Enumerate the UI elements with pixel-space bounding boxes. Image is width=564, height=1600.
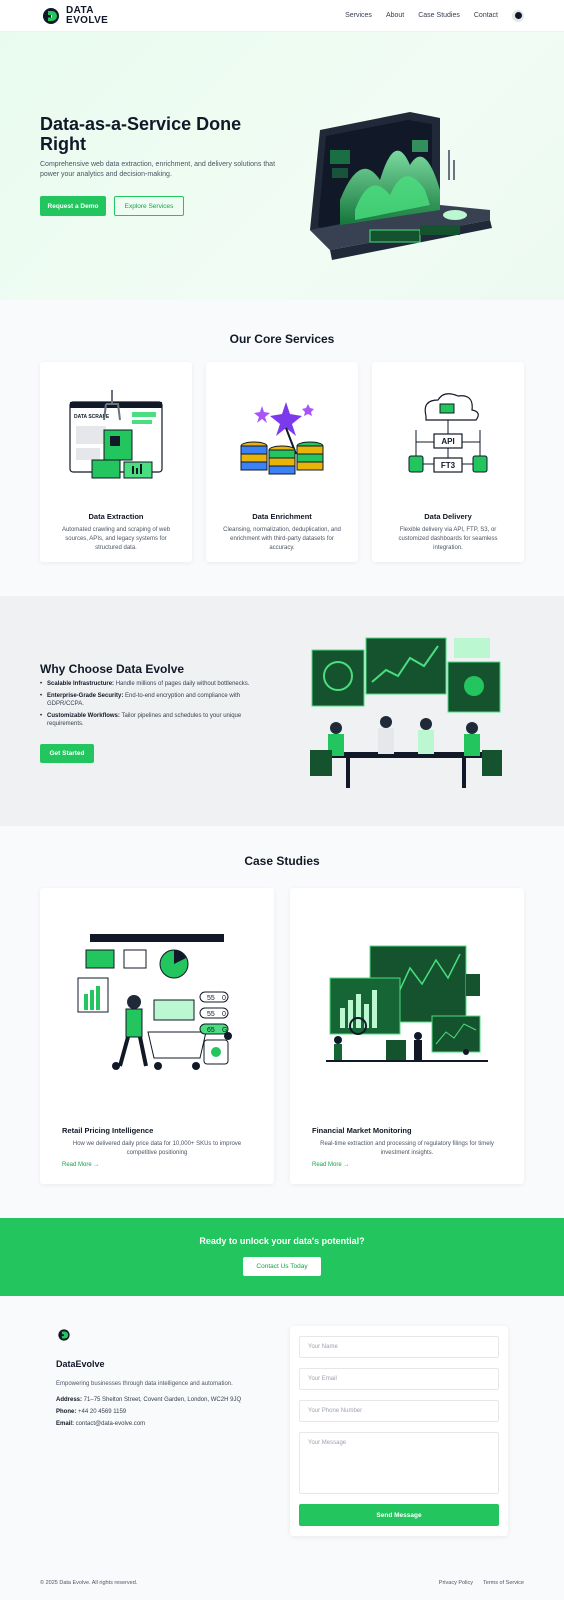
address-value: 71–75 Shelton Street, Covent Garden, Lon… — [82, 1397, 242, 1403]
copyright-text: © 2025 Data Evolve. All rights reserved. — [40, 1580, 138, 1586]
phone-value: +44 20 4569 1159 — [76, 1409, 127, 1415]
case-title: Financial Market Monitoring — [312, 1126, 412, 1135]
nav-link-about[interactable]: About — [386, 12, 404, 19]
price-tag-2b: 0 — [222, 1011, 226, 1018]
phone-field[interactable]: Your Phone Number — [299, 1400, 499, 1422]
footer-email: Email: contact@data-evolve.com — [56, 1421, 276, 1427]
footer-brand-name: DataEvolve — [56, 1359, 105, 1369]
hero-section: Data-as-a-Service Done Right Comprehensi… — [0, 32, 564, 300]
price-tag-1a: 55 — [207, 995, 215, 1002]
read-more-link[interactable]: Read More → — [62, 1162, 99, 1168]
data-delivery-illustration: API FT3 — [408, 393, 488, 473]
footer-bottom-bar: © 2025 Data Evolve. All rights reserved.… — [40, 1580, 524, 1586]
logo-line-1: DATA — [66, 4, 94, 16]
service-card-enrichment[interactable]: Data Enrichment Cleansing, normalization… — [206, 362, 358, 562]
data-enrichment-illustration — [240, 402, 324, 475]
data-scrape-illustration: DATA SCRAPE — [69, 390, 163, 479]
message-field[interactable]: Your Message — [299, 1432, 499, 1494]
logo-text: DATA EVOLVE — [66, 4, 109, 26]
hero-subtitle: Comprehensive web data extraction, enric… — [40, 161, 276, 178]
nav-links: Services About Case Studies Contact — [345, 9, 524, 22]
service-description: Flexible delivery via API, FTP, S3, or c… — [398, 527, 498, 551]
why-title: Why Choose Data Evolve — [40, 662, 185, 676]
legal-links: Privacy Policy Terms of Service — [439, 1580, 524, 1586]
theme-toggle-button[interactable] — [512, 9, 524, 22]
nav-link-case-studies[interactable]: Case Studies — [418, 12, 460, 19]
team-analytics-illustration — [310, 637, 502, 788]
footer-logo-icon — [58, 1329, 70, 1341]
footer-tagline: Empowering businesses through data intel… — [56, 1381, 233, 1387]
price-tag-1b: 0 — [222, 995, 226, 1002]
ft3-label: FT3 — [441, 461, 456, 470]
case-description: How we delivered daily price data for 10… — [72, 1141, 242, 1156]
name-field[interactable]: Your Name — [299, 1336, 499, 1358]
service-title: Data Enrichment — [252, 512, 312, 521]
privacy-policy-link[interactable]: Privacy Policy — [439, 1580, 473, 1586]
moon-icon — [514, 12, 522, 19]
service-title: Data Delivery — [424, 512, 472, 521]
contact-form: Your Name Your Email Your Phone Number Y… — [290, 1326, 508, 1536]
request-demo-button[interactable]: Request a Demo — [40, 196, 106, 216]
why-point: Scalable Infrastructure: Handle millions… — [40, 680, 270, 689]
why-point: Customizable Workflows: Tailor pipelines… — [40, 712, 270, 729]
footer-address: Address: 71–75 Shelton Street, Covent Ga… — [56, 1397, 276, 1403]
logo[interactable]: DATA EVOLVE — [40, 4, 109, 26]
why-choose-section: Why Choose Data Evolve Scalable Infrastr… — [0, 596, 564, 826]
terms-of-service-link[interactable]: Terms of Service — [483, 1580, 524, 1586]
send-message-button[interactable]: Send Message — [299, 1504, 499, 1526]
services-title: Our Core Services — [229, 332, 335, 346]
case-card-financial[interactable]: Financial Market Monitoring Real-time ex… — [290, 888, 524, 1184]
case-studies-title: Case Studies — [244, 854, 320, 868]
service-description: Cleansing, normalization, deduplication,… — [223, 527, 341, 551]
explore-services-button[interactable]: Explore Services — [114, 196, 184, 216]
price-tag-3a: 65 — [207, 1027, 215, 1034]
address-label: Address: — [56, 1397, 83, 1403]
why-point-text: Handle millions of pages daily without b… — [114, 681, 250, 687]
email-value: contact@data-evolve.com — [74, 1421, 146, 1427]
cta-title: Ready to unlock your data's potential? — [199, 1236, 365, 1246]
why-point-bold: Enterprise-Grade Security: — [47, 692, 124, 699]
why-point-bold: Customizable Workflows: — [47, 712, 120, 719]
logo-icon — [42, 7, 59, 24]
retail-pricing-illustration: 55 0 55 0 65 G — [77, 934, 232, 1070]
top-nav: DATA EVOLVE Services About Case Studies … — [0, 0, 564, 32]
service-title: Data Extraction — [88, 512, 144, 521]
nav-link-contact[interactable]: Contact — [474, 12, 498, 19]
api-label: API — [441, 437, 454, 446]
email-field[interactable]: Your Email — [299, 1368, 499, 1390]
get-started-button[interactable]: Get Started — [40, 744, 94, 763]
service-card-delivery[interactable]: API FT3 Data Delivery Flexible delivery … — [372, 362, 524, 562]
contact-us-button[interactable]: Contact Us Today — [243, 1257, 321, 1276]
logo-line-2: EVOLVE — [66, 14, 109, 26]
footer-company-info: DataEvolve Empowering businesses through… — [56, 1328, 276, 1427]
price-tag-2a: 55 — [207, 1011, 215, 1018]
service-card-extraction[interactable]: DATA SCRAPE Data Extraction Automated cr… — [40, 362, 192, 562]
nav-link-services[interactable]: Services — [345, 12, 372, 19]
case-description: Real-time extraction and processing of r… — [320, 1141, 494, 1156]
case-card-retail[interactable]: 55 0 55 0 65 G Retail Pricing Intelligence … — [40, 888, 274, 1184]
service-description: Automated crawling and scraping of web s… — [61, 527, 171, 551]
footer-phone: Phone: +44 20 4569 1159 — [56, 1409, 276, 1415]
why-point-bold: Scalable Infrastructure: — [47, 681, 115, 687]
cta-banner: Ready to unlock your data's potential? C… — [0, 1218, 564, 1296]
why-list: Scalable Infrastructure: Handle millions… — [40, 680, 270, 732]
case-title: Retail Pricing Intelligence — [62, 1126, 154, 1135]
read-more-link[interactable]: Read More → — [312, 1162, 349, 1168]
why-point: Enterprise-Grade Security: End-to-end en… — [40, 692, 270, 709]
laptop-analytics-illustration — [310, 112, 492, 260]
hero-title: Data-as-a-Service Done Right — [40, 114, 242, 154]
phone-label: Phone: — [56, 1409, 77, 1415]
email-label: Email: — [56, 1421, 75, 1427]
financial-monitoring-illustration — [326, 945, 488, 1062]
